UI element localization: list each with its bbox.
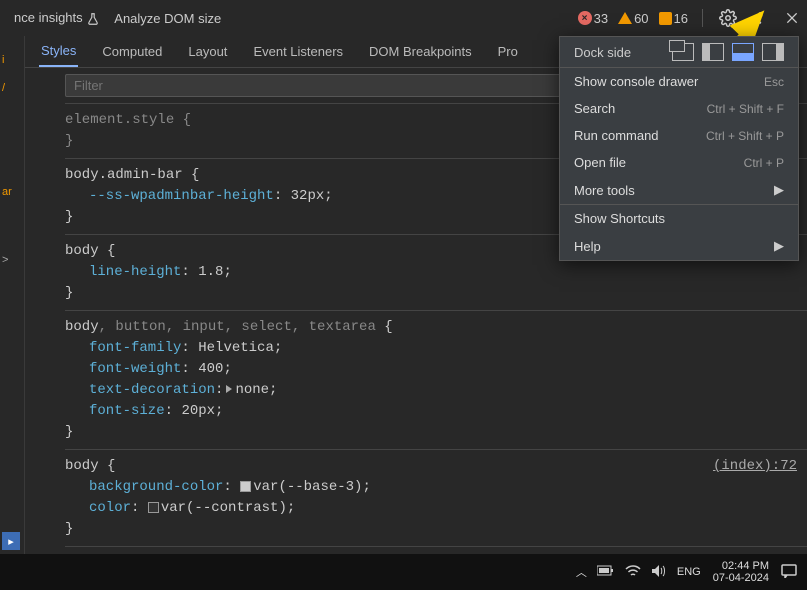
tab-properties[interactable]: Pro [496, 37, 520, 66]
dock-side-label: Dock side [574, 45, 631, 60]
menu-shortcuts[interactable]: Show Shortcuts [560, 205, 798, 232]
dock-right-button[interactable] [762, 43, 784, 61]
left-gutter: i / ar > [0, 36, 25, 554]
menu-open-file[interactable]: Open file Ctrl + P [560, 149, 798, 176]
gear-icon[interactable] [717, 7, 739, 29]
tab-styles[interactable]: Styles [39, 36, 78, 67]
tab-dom-breakpoints[interactable]: DOM Breakpoints [367, 37, 474, 66]
analyze-dom-size-label[interactable]: Analyze DOM size [114, 11, 221, 26]
chevron-right-icon: ▶ [774, 238, 784, 254]
insights-fragment: nce insights [14, 10, 100, 26]
menu-show-console[interactable]: Show console drawer Esc [560, 68, 798, 95]
tab-event-listeners[interactable]: Event Listeners [251, 37, 345, 66]
tab-layout[interactable]: Layout [186, 37, 229, 66]
menu-search[interactable]: Search Ctrl + Shift + F [560, 95, 798, 122]
dock-side-row: Dock side [560, 37, 798, 67]
issues-count[interactable]: 16 [659, 11, 688, 26]
chevron-up-icon[interactable]: ︿ [576, 564, 587, 580]
gutter-item: > [0, 248, 24, 272]
devtools-main-menu: Dock side Show console drawer Esc Search… [559, 36, 799, 261]
css-rule[interactable]: body, button, input, select, textarea { … [65, 310, 807, 449]
divider [702, 9, 703, 27]
topbar-left: nce insights Analyze DOM size [4, 10, 578, 26]
warning-icon [618, 12, 632, 24]
menu-run-command[interactable]: Run command Ctrl + Shift + P [560, 122, 798, 149]
menu-help[interactable]: Help ▶ [560, 232, 798, 260]
color-swatch[interactable] [148, 502, 159, 513]
gutter-item: / [0, 76, 24, 100]
flask-icon [86, 12, 100, 26]
dock-left-button[interactable] [702, 43, 724, 61]
warning-count[interactable]: 60 [618, 11, 648, 26]
dock-bottom-button[interactable] [732, 43, 754, 61]
dock-undock-button[interactable] [672, 43, 694, 61]
windows-taskbar: ︿ ENG 02:44 PM 07-04-2024 [0, 554, 807, 590]
menu-more-tools[interactable]: More tools ▶ [560, 176, 798, 204]
css-rule[interactable]: (index):72 body { background-color: var(… [65, 449, 807, 546]
devtools-topbar: nce insights Analyze DOM size × 33 60 16 [0, 0, 807, 36]
css-rule[interactable]: (index):57 body, button, input, select, … [65, 546, 807, 554]
topbar-right: × 33 60 16 [578, 7, 803, 29]
expand-icon[interactable] [226, 385, 232, 393]
gutter-item: ar [0, 180, 24, 204]
date-label: 07-04-2024 [713, 572, 769, 584]
time-label: 02:44 PM [713, 560, 769, 572]
volume-icon[interactable] [651, 564, 667, 581]
selector: element.style [65, 112, 174, 128]
warning-number: 60 [634, 11, 648, 26]
issues-icon [659, 12, 672, 25]
battery-icon[interactable] [597, 565, 615, 580]
error-number: 33 [594, 11, 608, 26]
selector: body.admin-bar [65, 167, 183, 183]
issues-number: 16 [674, 11, 688, 26]
notifications-icon[interactable] [781, 564, 797, 581]
clock[interactable]: 02:44 PM 07-04-2024 [713, 560, 769, 584]
gutter-item: i [0, 48, 24, 72]
chevron-right-icon: ▶ [774, 182, 784, 198]
error-count[interactable]: × 33 [578, 11, 608, 26]
error-icon: × [578, 11, 592, 25]
language-indicator[interactable]: ENG [677, 566, 701, 578]
selector: body [65, 243, 99, 259]
panel-toggle-button[interactable]: ▸ [2, 532, 20, 550]
more-menu-button[interactable] [749, 7, 771, 29]
selector: body [65, 458, 99, 474]
system-tray: ︿ ENG [576, 564, 701, 581]
close-devtools-button[interactable] [781, 7, 803, 29]
color-swatch[interactable] [240, 481, 251, 492]
wifi-icon[interactable] [625, 564, 641, 581]
tab-computed[interactable]: Computed [100, 37, 164, 66]
source-link[interactable]: (index):72 [713, 456, 797, 477]
